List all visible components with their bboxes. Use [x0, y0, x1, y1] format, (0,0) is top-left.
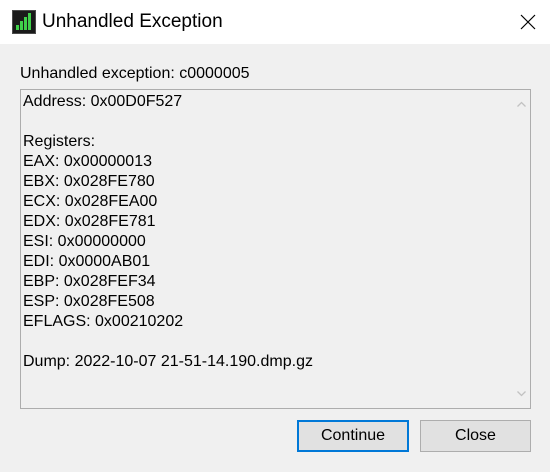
close-window-button[interactable] — [504, 0, 550, 44]
exception-code-label: Unhandled exception: c0000005 — [20, 65, 250, 82]
signal-bars-icon — [12, 10, 36, 34]
exception-dialog: Unhandled Exception Unhandled exception:… — [0, 0, 550, 472]
title-bar[interactable]: Unhandled Exception — [0, 0, 550, 44]
vertical-scrollbar[interactable] — [513, 90, 530, 408]
scroll-up-arrow-icon[interactable] — [513, 96, 530, 113]
continue-button[interactable]: Continue — [297, 420, 409, 452]
window-title: Unhandled Exception — [42, 11, 223, 32]
close-button[interactable]: Close — [420, 420, 531, 452]
details-text: Address: 0x00D0F527 Registers: EAX: 0x00… — [23, 93, 313, 370]
details-textbox[interactable]: Address: 0x00D0F527 Registers: EAX: 0x00… — [20, 89, 531, 409]
close-icon — [520, 14, 536, 30]
scroll-down-arrow-icon[interactable] — [513, 385, 530, 402]
